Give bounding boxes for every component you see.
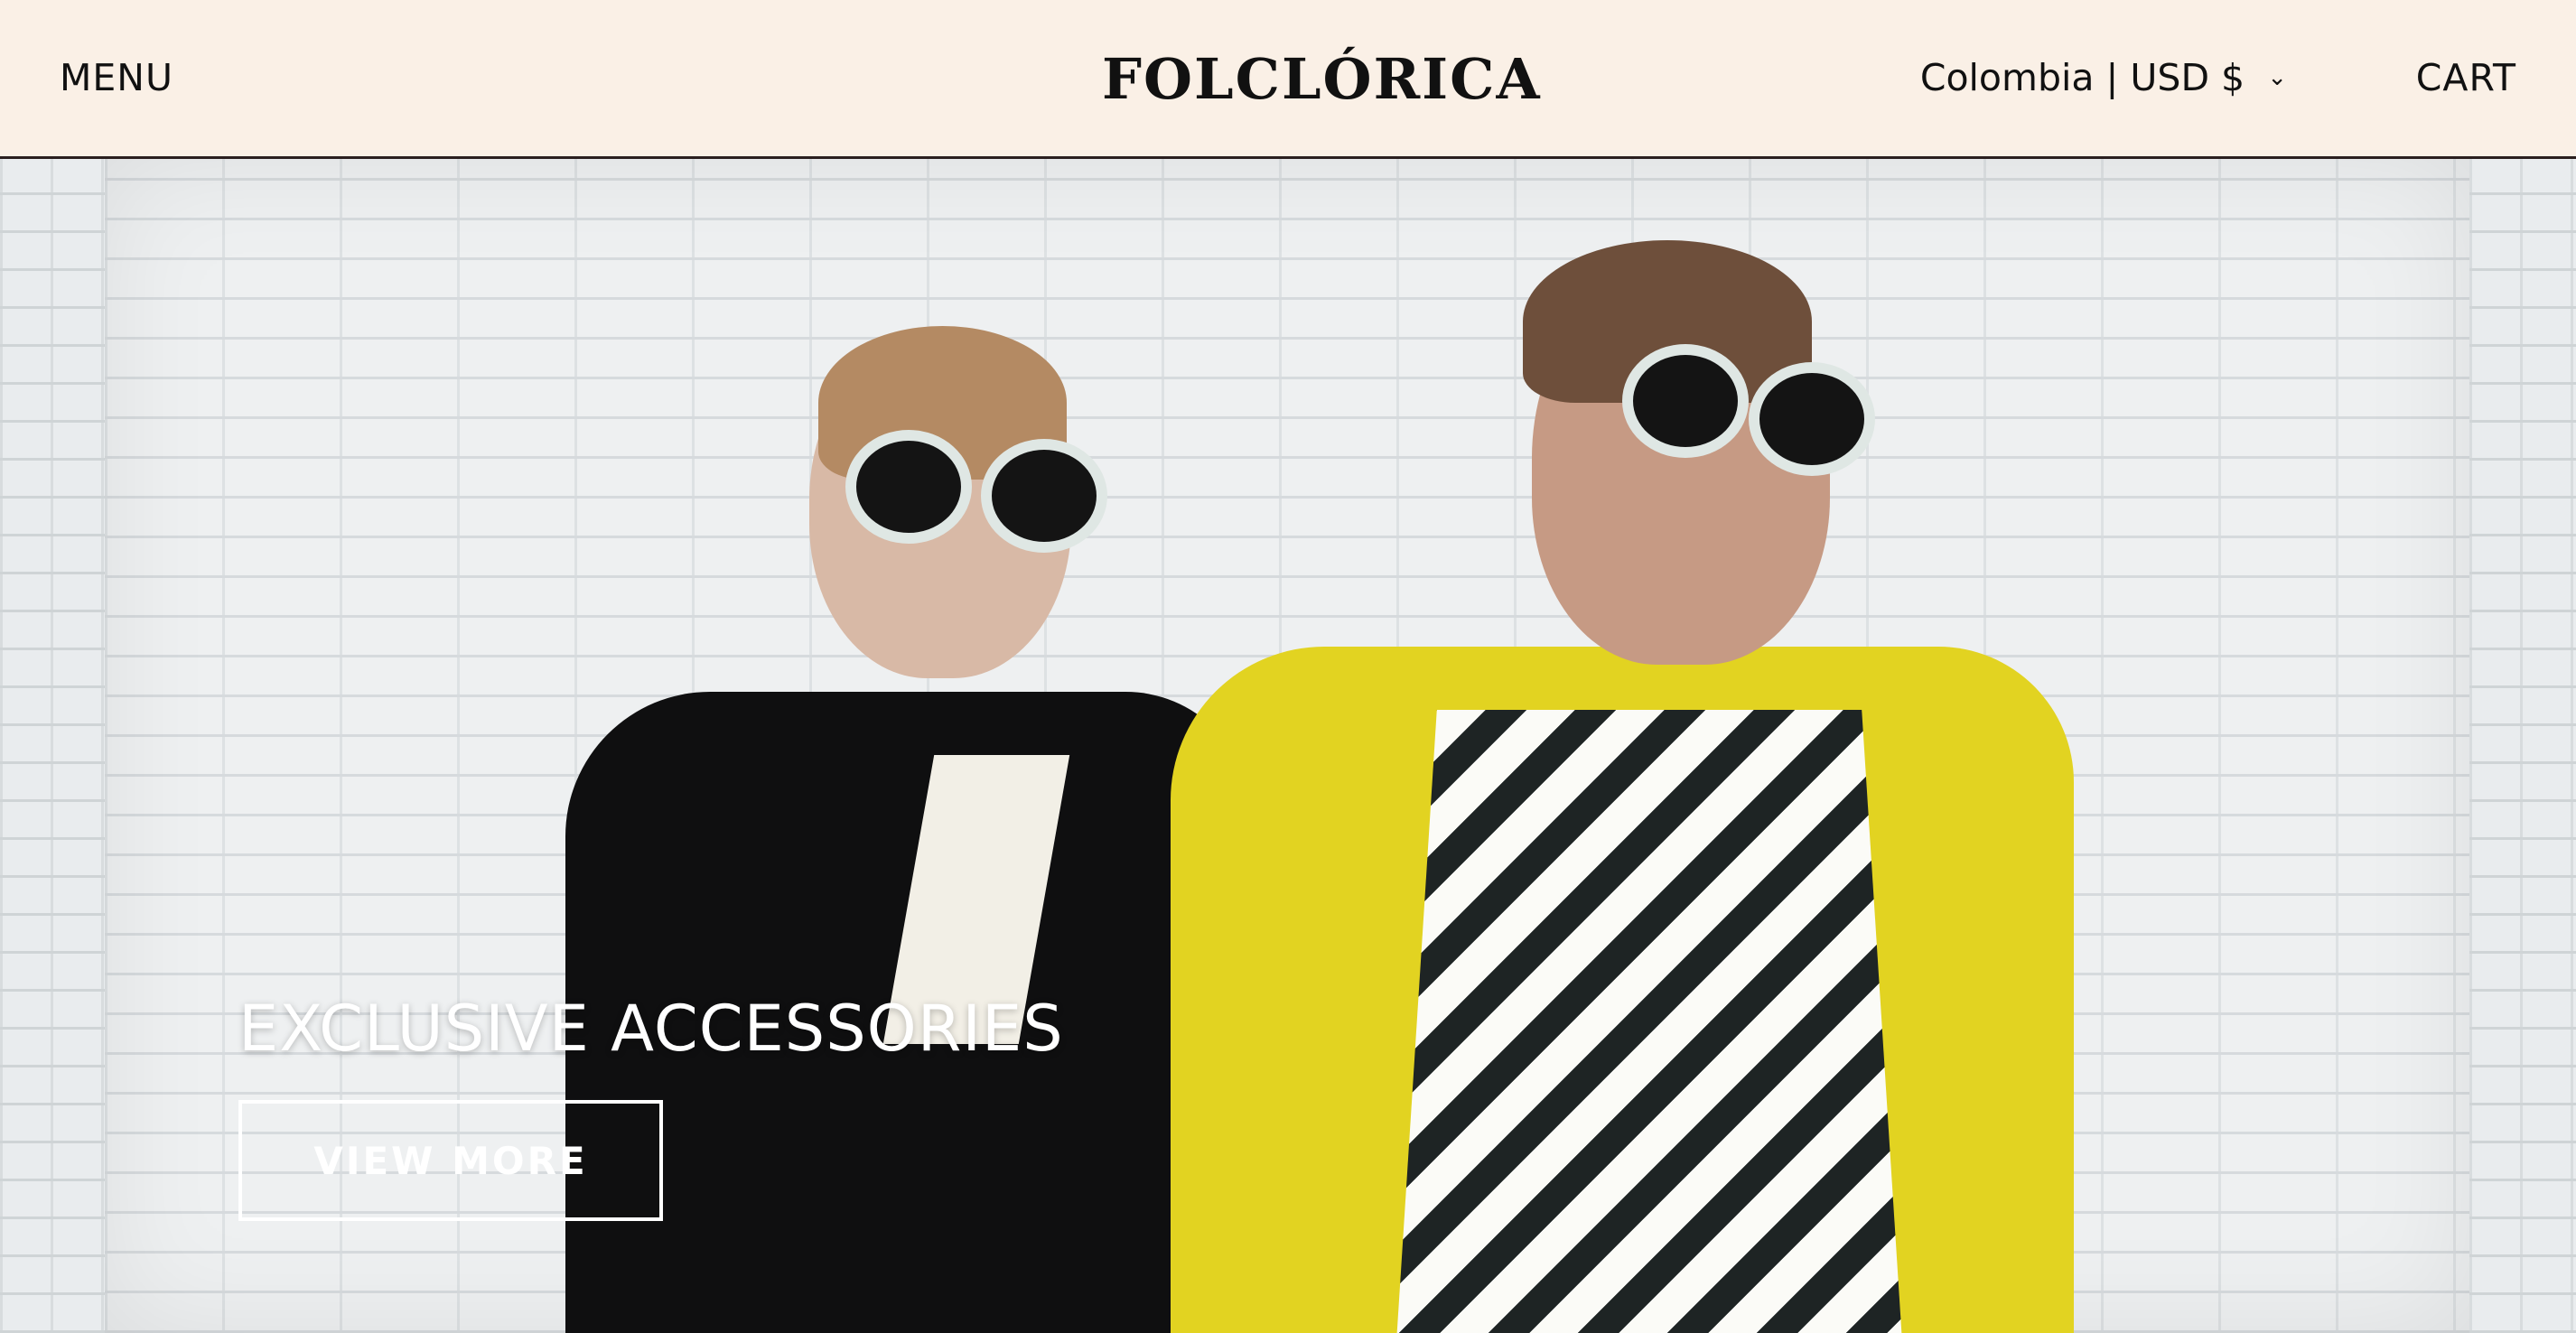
- model-right-patterned-dress: [1396, 710, 1902, 1333]
- brand-logo[interactable]: FOLCLÓRICA: [1102, 43, 1540, 116]
- hero-headline: EXCLUSIVE ACCESSORIES: [238, 992, 1064, 1066]
- site-header: MENU FOLCLÓRICA Colombia | USD $ ⌄ CART: [0, 0, 2576, 159]
- country-label: Colombia: [1919, 56, 2095, 99]
- view-more-button[interactable]: VIEW MORE: [238, 1100, 663, 1221]
- chevron-down-icon: ⌄: [2267, 64, 2287, 91]
- hero-side-panel-right: [2469, 159, 2576, 1333]
- locale-currency-selector[interactable]: Colombia | USD $ ⌄: [1920, 56, 2287, 99]
- menu-button[interactable]: MENU: [60, 56, 173, 99]
- locale-separator: |: [2105, 56, 2119, 99]
- hero-side-panel-left: [0, 159, 105, 1333]
- currency-label: USD $: [2130, 56, 2245, 99]
- cart-link[interactable]: CART: [2416, 56, 2516, 99]
